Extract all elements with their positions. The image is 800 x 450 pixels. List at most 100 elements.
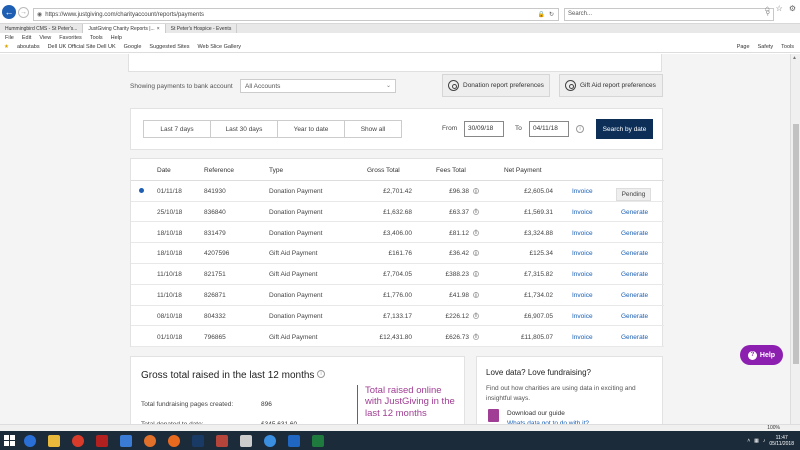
scroll-up-icon[interactable]: ▲ (792, 55, 797, 61)
taskbar-chrome-icon[interactable] (66, 431, 90, 450)
donation-preferences-button[interactable]: Donation report preferences (442, 74, 550, 97)
home-icon[interactable]: ⌂ (765, 4, 770, 13)
search-by-date-button[interactable]: Search by date (596, 119, 653, 139)
menu-view[interactable]: View (39, 35, 51, 41)
info-icon[interactable]: i (473, 312, 479, 319)
star-icon[interactable]: ☆ (776, 4, 783, 13)
gross-total-title: Gross total raised in the last 12 months (141, 370, 315, 381)
fav-link[interactable]: Web Slice Gallery (197, 44, 241, 50)
invoice-link[interactable]: Invoice (572, 313, 593, 320)
browser-tab[interactable]: St Peter's Hospice - Events (166, 24, 238, 33)
generate-link[interactable]: Generate (621, 292, 648, 299)
header-net-payment[interactable]: Net Payment (504, 167, 542, 174)
fav-link[interactable]: aboutabs (17, 44, 40, 50)
taskbar-ie-icon[interactable] (258, 431, 282, 450)
cell-gross: £1,632.68 (383, 208, 412, 216)
taskbar-firefox-icon[interactable] (162, 431, 186, 450)
refresh-icon[interactable]: ↻ (549, 11, 554, 18)
info-icon[interactable]: i (473, 250, 479, 257)
to-date-input[interactable]: 04/11/18 (529, 121, 569, 137)
taskbar-app-icon[interactable] (234, 431, 258, 450)
browser-search-input[interactable]: Search... ⚲ (564, 8, 774, 21)
taskbar-app-icon[interactable] (114, 431, 138, 450)
gear-icon[interactable]: ⚙ (789, 4, 796, 13)
invoice-link[interactable]: Invoice (572, 271, 593, 278)
info-icon[interactable]: i (473, 333, 479, 340)
table-row: 25/10/18 836840 Donation Payment £1,632.68 £… (131, 202, 664, 223)
cell-date: 18/10/18 (157, 229, 183, 237)
info-icon[interactable]: i (473, 229, 479, 236)
bank-account-select[interactable]: All Accounts ⌄ (240, 79, 396, 93)
invoice-link[interactable]: Invoice (572, 209, 593, 216)
info-icon[interactable]: i (473, 208, 479, 215)
generate-link[interactable]: Generate (621, 313, 648, 320)
address-bar[interactable]: ◉ https://www.justgiving.com/charityacco… (33, 8, 559, 21)
lock-icon[interactable]: 🔒 (537, 11, 544, 18)
menu-file[interactable]: File (5, 35, 14, 41)
generate-link[interactable]: Generate (621, 271, 648, 278)
taskbar-ie-icon[interactable] (18, 431, 42, 450)
range-last-30-days[interactable]: Last 30 days (211, 121, 278, 137)
taskbar-outlook-icon[interactable] (282, 431, 306, 450)
generate-link[interactable]: Generate (621, 230, 648, 237)
taskbar-filezilla-icon[interactable] (90, 431, 114, 450)
header-type[interactable]: Type (269, 167, 283, 174)
taskbar-app-icon[interactable] (138, 431, 162, 450)
menu-edit[interactable]: Edit (22, 35, 31, 41)
header-reference[interactable]: Reference (204, 167, 234, 174)
table-row: 18/10/18 831479 Donation Payment £3,406.00 £… (131, 223, 664, 244)
fav-link[interactable]: Google (124, 44, 142, 50)
info-icon[interactable]: i (473, 271, 479, 278)
back-button[interactable]: ← (2, 5, 16, 19)
info-icon[interactable]: i (473, 292, 479, 299)
info-icon[interactable]: i (317, 370, 325, 378)
start-button[interactable] (0, 431, 18, 450)
chevron-up-icon[interactable]: ˄ (747, 438, 750, 444)
cell-fees: £626.73 (445, 333, 470, 341)
fav-link[interactable]: Suggested Sites (149, 44, 189, 50)
cmd-safety[interactable]: Safety (758, 44, 774, 50)
invoice-link[interactable]: Invoice (572, 230, 593, 237)
invoice-link[interactable]: Invoice (572, 334, 593, 341)
cmd-page[interactable]: Page (737, 44, 750, 50)
unread-dot-icon (139, 188, 144, 193)
menu-favorites[interactable]: Favorites (59, 35, 82, 41)
windows-logo-icon (3, 435, 15, 446)
range-last-7-days[interactable]: Last 7 days (144, 121, 211, 137)
generate-link[interactable]: Generate (621, 334, 648, 341)
from-date-input[interactable]: 30/09/18 (464, 121, 504, 137)
forward-button[interactable]: → (18, 7, 29, 18)
close-icon[interactable]: × (157, 26, 160, 32)
network-icon[interactable]: ▦ (754, 438, 759, 444)
invoice-link[interactable]: Invoice (572, 188, 593, 195)
system-clock[interactable]: 11:47 05/11/2018 (769, 435, 794, 447)
header-fees-total[interactable]: Fees Total (436, 167, 466, 174)
scroll-thumb[interactable] (793, 124, 799, 364)
help-button[interactable]: ? Help (740, 345, 783, 365)
page-scrollbar[interactable]: ▲ ▼ (790, 54, 800, 430)
header-date[interactable]: Date (157, 167, 171, 174)
generate-link[interactable]: Generate (621, 209, 648, 216)
info-icon[interactable]: i (473, 188, 479, 195)
range-year-to-date[interactable]: Year to date (278, 121, 345, 137)
giftaid-preferences-button[interactable]: Gift Aid report preferences (559, 74, 663, 97)
taskbar-photoshop-icon[interactable] (186, 431, 210, 450)
taskbar-folder-icon[interactable] (42, 431, 66, 450)
browser-tab-active[interactable]: JustGiving Charity Reports |... × (83, 24, 166, 33)
menu-tools[interactable]: Tools (90, 35, 103, 41)
info-icon[interactable]: i (576, 125, 584, 133)
range-show-all[interactable]: Show all (345, 121, 401, 137)
search-placeholder: Search... (568, 11, 593, 17)
header-gross-total[interactable]: Gross Total (367, 167, 400, 174)
menu-help[interactable]: Help (111, 35, 122, 41)
fav-link[interactable]: Dell UK Official Site Dell UK (48, 44, 116, 50)
invoice-link[interactable]: Invoice (572, 250, 593, 257)
donation-preferences-label: Donation report preferences (463, 82, 544, 89)
cmd-tools[interactable]: Tools (781, 44, 794, 50)
browser-tab[interactable]: Hummingbird CMS - St Peter's... (0, 24, 84, 33)
invoice-link[interactable]: Invoice (572, 292, 593, 299)
taskbar-app-icon[interactable] (210, 431, 234, 450)
volume-icon[interactable]: ♪ (763, 438, 766, 444)
generate-link[interactable]: Generate (621, 250, 648, 257)
taskbar-excel-icon[interactable] (306, 431, 330, 450)
